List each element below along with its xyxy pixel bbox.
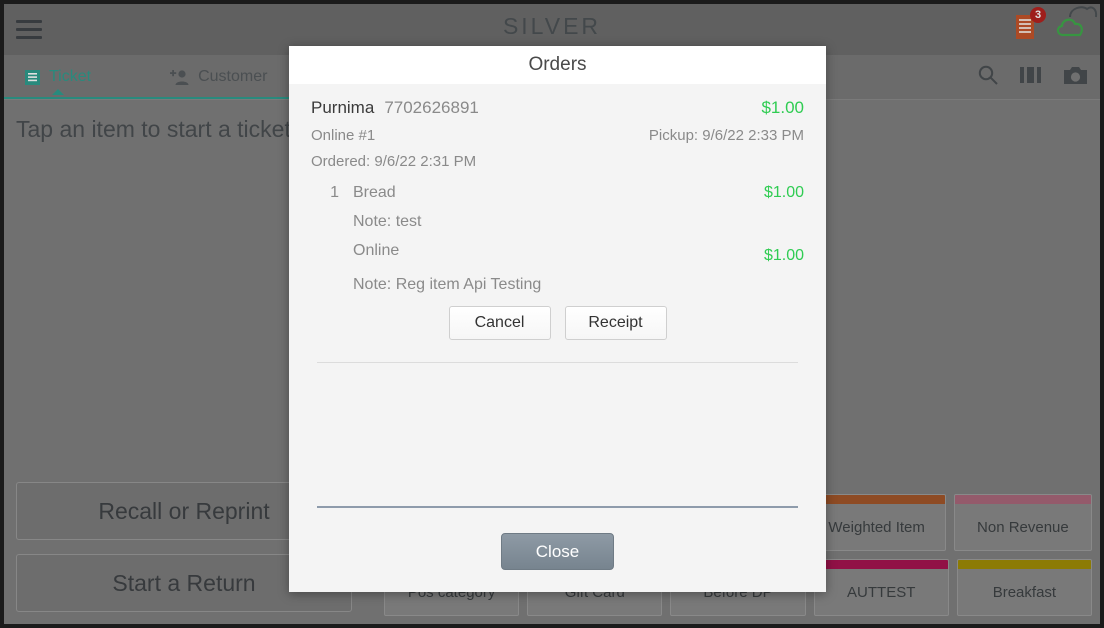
- order-header-row: Purnima 7702626891 $1.00: [311, 98, 804, 118]
- line-item-price: $1.00: [763, 184, 804, 201]
- order-customer-phone: 7702626891: [384, 98, 479, 117]
- cancel-button[interactable]: Cancel: [448, 306, 551, 340]
- line-item-price: $1.00: [763, 247, 804, 264]
- order-channel: Online #1: [311, 127, 376, 144]
- line-item-left: 1 Bread: [311, 184, 396, 202]
- line-item-left: Online: [311, 242, 399, 260]
- order-ordered-time: Ordered: 9/6/22 2:31 PM: [311, 153, 477, 170]
- order-total: $1.00: [761, 98, 804, 117]
- order-customer: Purnima 7702626891: [311, 98, 479, 118]
- line-item-row: Online $1.00: [311, 242, 804, 265]
- line-item-note: Note: test: [353, 213, 422, 230]
- line-item-qty: [311, 242, 339, 260]
- order-line-items: 1 Bread $1.00 Note: test Online $1.00 No…: [311, 184, 804, 294]
- order-channel-row: Online #1 Pickup: 9/6/22 2:33 PM: [311, 127, 804, 144]
- order-customer-name: Purnima: [311, 98, 375, 117]
- line-item-name: Online: [353, 242, 400, 259]
- orders-dialog-title: Orders: [289, 46, 826, 84]
- orders-dialog-body: Purnima 7702626891 $1.00 Online #1 Pickup…: [289, 84, 826, 592]
- order-action-buttons: Cancel Receipt: [311, 306, 804, 340]
- app-screen: SILVER 3 Ticket Customer Tap an item to …: [0, 0, 1104, 628]
- close-button-wrap: Close: [289, 533, 826, 570]
- orders-dialog: Orders Purnima 7702626891 $1.00 Online #1…: [289, 46, 826, 592]
- dialog-footer-divider: [317, 506, 798, 508]
- receipt-button[interactable]: Receipt: [564, 306, 667, 340]
- line-item-name: Bread: [353, 184, 396, 201]
- order-pickup-time: Pickup: 9/6/22 2:33 PM: [648, 127, 804, 144]
- line-item-qty: 1: [330, 184, 339, 201]
- line-item-note: Note: Reg item Api Testing: [353, 276, 542, 293]
- order-divider: [317, 362, 798, 363]
- close-button[interactable]: Close: [501, 533, 614, 570]
- line-item-row: 1 Bread $1.00: [311, 184, 804, 202]
